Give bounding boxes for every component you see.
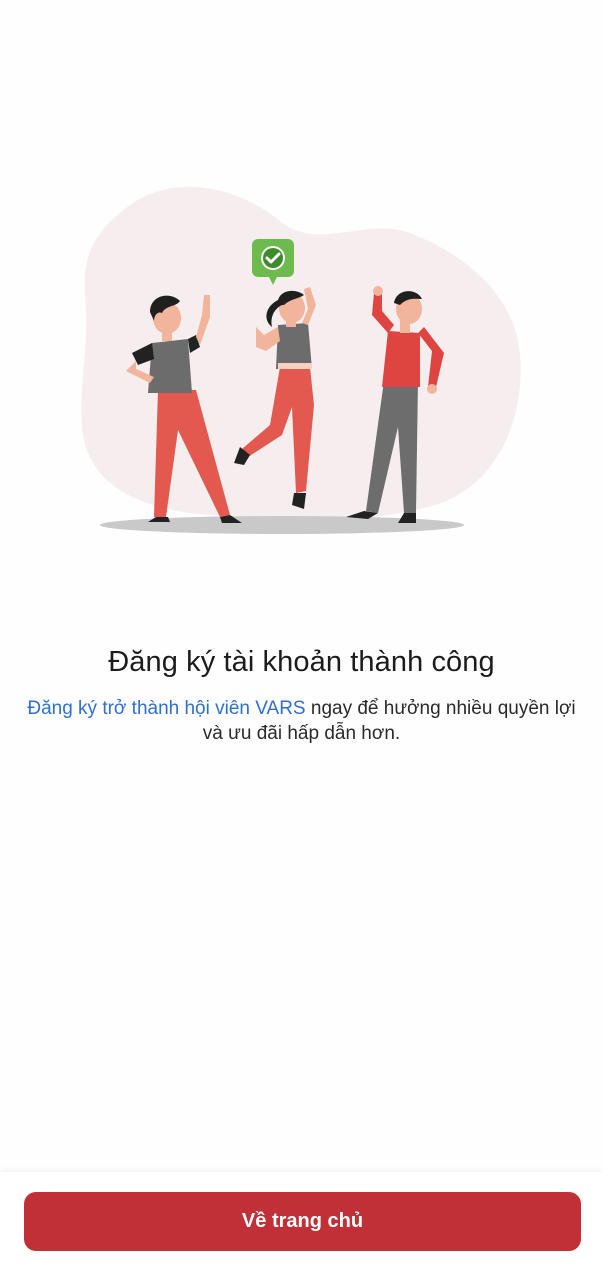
celebration-illustration [81, 186, 521, 534]
success-description: Đăng ký trở thành hội viên VARS ngay để … [20, 696, 583, 746]
registration-success-screen: Đăng ký tài khoản thành công Đăng ký trở… [0, 0, 603, 1280]
status-bar [0, 0, 603, 60]
page-title: Đăng ký tài khoản thành công [108, 646, 495, 678]
home-button[interactable]: Về trang chủ [24, 1192, 581, 1251]
become-member-link[interactable]: Đăng ký trở thành hội viên VARS [27, 698, 305, 719]
